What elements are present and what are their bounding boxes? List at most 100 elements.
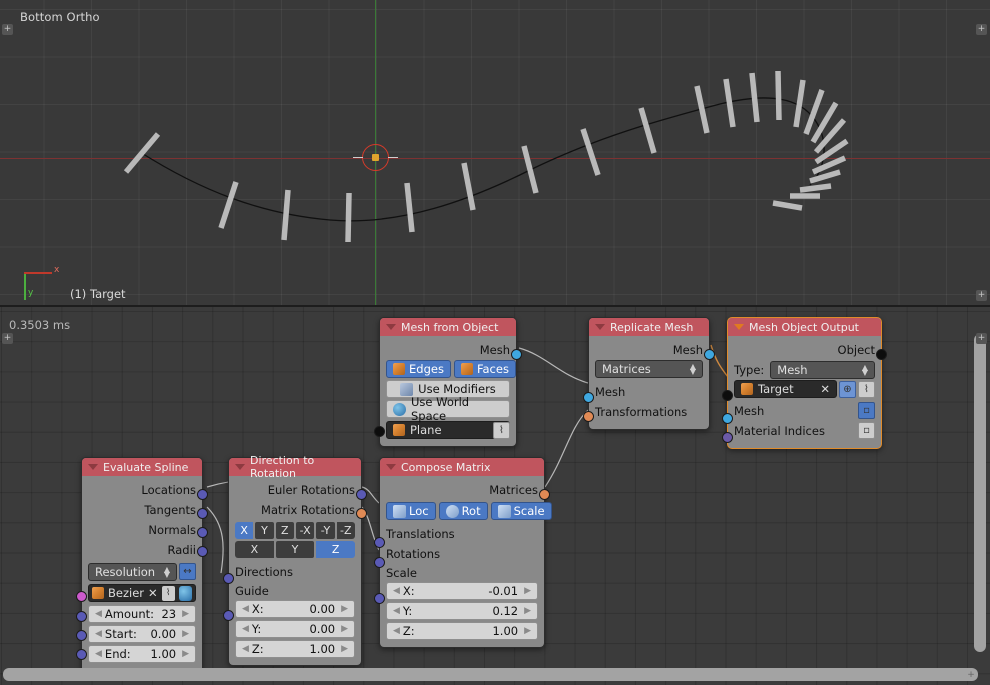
3d-viewport[interactable]: Bottom Ortho (1) Target x y + + + [0, 0, 990, 305]
chevron-updown-icon[interactable]: ▲ ▼ [690, 363, 696, 376]
viewport-corner-widget-bottomright[interactable]: + [976, 290, 987, 301]
eyedropper-icon[interactable]: ⌇ [161, 585, 175, 601]
toggle-rot[interactable]: Rot [438, 502, 488, 520]
socket-input-rotations[interactable] [374, 557, 385, 568]
scale-field-y[interactable]: ◀ Y: 0.12 ▶ [386, 602, 538, 620]
node-editor-corner-widget-topleft[interactable]: + [2, 333, 13, 344]
decrement-arrow-icon[interactable]: ◀ [95, 649, 102, 659]
node-header[interactable]: Direction to Rotation [229, 454, 361, 480]
up-axis-toggle-x[interactable]: X [235, 541, 274, 558]
toggle-scale[interactable]: Scale [490, 502, 552, 520]
node-compose-matrix[interactable]: Compose Matrix Matrices Loc Rot Scale Tr… [374, 457, 552, 648]
node-header[interactable]: Mesh from Object [380, 318, 516, 336]
axis-toggle-x[interactable]: X [235, 522, 254, 539]
socket-input-end[interactable] [76, 649, 87, 660]
socket-output-euler-rotations[interactable] [356, 489, 367, 500]
vertical-scrollbar[interactable] [974, 334, 986, 652]
dropdown-type[interactable]: Mesh ▲ ▼ [770, 360, 875, 379]
viewport-corner-widget-topright[interactable]: + [976, 24, 987, 35]
toggle-edges[interactable]: Edges [386, 360, 451, 378]
field-start[interactable]: ◀ Start: 0.00 ▶ [88, 625, 196, 643]
increment-arrow-icon[interactable]: ▶ [182, 629, 189, 639]
socket-input-object[interactable] [76, 591, 87, 602]
node-header[interactable]: Compose Matrix [380, 458, 544, 476]
socket-output-tangents[interactable] [197, 508, 208, 519]
field-end[interactable]: ◀ End: 1.00 ▶ [88, 645, 196, 663]
loc-rot-scale-toggle-group[interactable]: Loc Rot Scale [386, 502, 552, 520]
increment-arrow-icon[interactable]: ▶ [341, 604, 348, 614]
node-editor[interactable]: 0.3503 ms Mesh from Object Mesh Edges Fa… [0, 307, 990, 685]
up-axis-toggle-z[interactable]: Z [316, 541, 356, 558]
decrement-arrow-icon[interactable]: ◀ [393, 606, 400, 616]
socket-input-mesh[interactable] [583, 392, 594, 403]
toggle-faces[interactable]: Faces [453, 360, 516, 378]
axis-toggle-y[interactable]: Y [255, 522, 274, 539]
socket-output-matrices[interactable] [539, 489, 550, 500]
decrement-arrow-icon[interactable]: ◀ [95, 629, 102, 639]
node-header[interactable]: Mesh Object Output [728, 318, 881, 336]
socket-input-start[interactable] [76, 630, 87, 641]
axis-toggle-negy[interactable]: -Y [316, 522, 335, 539]
node-mesh-object-output[interactable]: Mesh Object Output Object Type: Mesh ▲ ▼ … [722, 317, 887, 449]
edges-faces-toggle-group[interactable]: Edges Faces [386, 360, 516, 378]
toggle-loc[interactable]: Loc [386, 502, 436, 520]
clear-icon[interactable]: ✕ [820, 382, 830, 396]
horizontal-scrollbar[interactable]: + [3, 668, 978, 681]
globe-icon[interactable] [178, 585, 192, 601]
socket-output-radii[interactable] [197, 546, 208, 557]
eyedropper-icon[interactable]: ⌇ [493, 422, 510, 439]
resolution-mode-icon[interactable]: ↔ [179, 563, 196, 580]
node-header[interactable]: Replicate Mesh [589, 318, 709, 336]
dropdown-mode-matrices[interactable]: Matrices ▲ ▼ [595, 360, 703, 378]
socket-output-matrix-rotations[interactable] [356, 508, 367, 519]
up-axis-toggle-y[interactable]: Y [275, 541, 315, 558]
node-mesh-from-object[interactable]: Mesh from Object Mesh Edges Faces Use Mo… [374, 317, 522, 447]
decrement-arrow-icon[interactable]: ◀ [242, 604, 249, 614]
node-replicate-mesh[interactable]: Replicate Mesh Mesh Matrices ▲ ▼ Mesh Tra… [583, 317, 715, 430]
increment-arrow-icon[interactable]: ▶ [524, 626, 531, 636]
collapse-triangle-icon[interactable] [386, 324, 396, 330]
clear-icon[interactable]: ✕ [148, 586, 158, 600]
node-header[interactable]: Evaluate Spline [82, 458, 202, 476]
socket-input-guide[interactable] [223, 610, 234, 621]
chevron-updown-icon[interactable]: ▲ ▼ [164, 566, 170, 579]
increment-arrow-icon[interactable]: ▶ [524, 586, 531, 596]
axis-toggle-negx[interactable]: -X [295, 522, 315, 539]
object-field-plane[interactable]: Plane ✕ [386, 421, 510, 439]
viewport-corner-widget-topleft[interactable]: + [2, 24, 13, 35]
increment-arrow-icon[interactable]: ▶ [341, 644, 348, 654]
axis-toggle-negz[interactable]: -Z [336, 522, 355, 539]
increment-arrow-icon[interactable]: ▶ [182, 649, 189, 659]
up-axis-toggle-group[interactable]: XYZ [235, 541, 356, 558]
dropdown-resolution-mode[interactable]: Resolution ▲ ▼ [88, 563, 177, 581]
increment-arrow-icon[interactable]: ▶ [182, 609, 189, 619]
socket-input-object-link[interactable] [722, 390, 733, 401]
node-direction-to-rotation[interactable]: Direction to Rotation Euler Rotations Ma… [223, 454, 367, 666]
increment-arrow-icon[interactable]: ▶ [524, 606, 531, 616]
option-use-world-space[interactable]: Use World Space [386, 395, 510, 423]
collapse-triangle-icon[interactable] [386, 464, 396, 470]
increment-arrow-icon[interactable]: ▶ [341, 624, 348, 634]
material-visibility-toggle[interactable]: ▫ [858, 422, 875, 439]
decrement-arrow-icon[interactable]: ◀ [393, 626, 400, 636]
new-object-icon[interactable]: ⊕ [839, 380, 856, 398]
mesh-visibility-toggle[interactable]: ▫ [858, 402, 875, 419]
socket-input-scale[interactable] [374, 593, 385, 604]
node-editor-corner-widget-topright[interactable]: + [976, 333, 987, 344]
guide-field-z[interactable]: ◀ Z: 1.00 ▶ [235, 640, 355, 658]
socket-input-amount[interactable] [76, 611, 87, 622]
field-amount[interactable]: ◀ Amount: 23 ▶ [88, 605, 196, 623]
axis-toggle-z[interactable]: Z [275, 522, 294, 539]
axis-toggle-group[interactable]: X Y Z -X -Y -Z [235, 522, 355, 539]
decrement-arrow-icon[interactable]: ◀ [242, 624, 249, 634]
socket-input-material-indices[interactable] [722, 432, 733, 443]
eyedropper-icon[interactable]: ⌇ [858, 380, 875, 398]
decrement-arrow-icon[interactable]: ◀ [95, 609, 102, 619]
collapse-triangle-icon[interactable] [235, 464, 245, 470]
object-field-bezier[interactable]: Bezier ✕ ⌇ [88, 584, 196, 602]
guide-field-y[interactable]: ◀ Y: 0.00 ▶ [235, 620, 355, 638]
object-field-target[interactable]: Target ✕ [734, 380, 837, 398]
scrollbar-grip[interactable]: + [966, 670, 976, 680]
socket-input-mesh[interactable] [722, 413, 733, 424]
guide-field-x[interactable]: ◀ X: 0.00 ▶ [235, 600, 355, 618]
